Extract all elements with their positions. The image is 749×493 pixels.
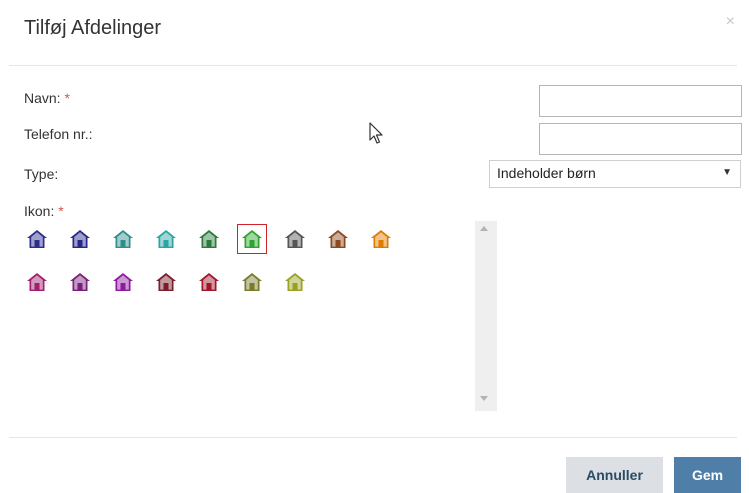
save-button[interactable]: Gem	[674, 457, 741, 493]
house-icon[interactable]	[108, 267, 138, 297]
name-label: Navn: *	[24, 90, 70, 106]
chevron-down-icon: ▼	[722, 167, 732, 178]
scroll-down-icon[interactable]	[480, 396, 488, 401]
header-divider	[9, 65, 737, 66]
required-mark: *	[64, 90, 70, 106]
house-icon[interactable]	[108, 224, 138, 254]
cancel-button[interactable]: Annuller	[566, 457, 663, 493]
scroll-up-icon[interactable]	[480, 226, 488, 231]
house-icon[interactable]	[22, 267, 52, 297]
phone-label: Telefon nr.:	[24, 126, 93, 142]
house-icon[interactable]	[280, 267, 310, 297]
close-icon[interactable]: ×	[726, 13, 735, 31]
icon-picker-scrollbar[interactable]	[475, 221, 497, 411]
house-icon[interactable]	[65, 267, 95, 297]
required-mark: *	[58, 203, 64, 219]
type-select[interactable]: Indeholder børn ▼	[489, 160, 741, 188]
phone-input[interactable]	[539, 123, 742, 155]
house-icon[interactable]	[194, 224, 224, 254]
icon-label-text: Ikon:	[24, 203, 55, 219]
dialog-header: Tilføj Afdelinger ×	[0, 0, 749, 65]
mouse-cursor-icon	[369, 122, 383, 144]
house-icon[interactable]	[65, 224, 95, 254]
footer-divider	[9, 437, 737, 438]
name-label-text: Navn:	[24, 90, 61, 106]
type-select-value: Indeholder børn	[497, 165, 596, 181]
house-icon[interactable]	[366, 224, 396, 254]
house-icon[interactable]	[151, 224, 181, 254]
name-input[interactable]	[539, 85, 742, 117]
house-icon[interactable]	[237, 267, 267, 297]
house-icon[interactable]	[151, 267, 181, 297]
house-icon[interactable]	[237, 224, 267, 254]
house-icon[interactable]	[194, 267, 224, 297]
house-icon[interactable]	[280, 224, 310, 254]
house-icon[interactable]	[323, 224, 353, 254]
icon-label: Ikon: *	[24, 203, 64, 219]
type-label: Type:	[24, 166, 59, 182]
dialog-title: Tilføj Afdelinger	[24, 17, 162, 39]
house-icon[interactable]	[22, 224, 52, 254]
